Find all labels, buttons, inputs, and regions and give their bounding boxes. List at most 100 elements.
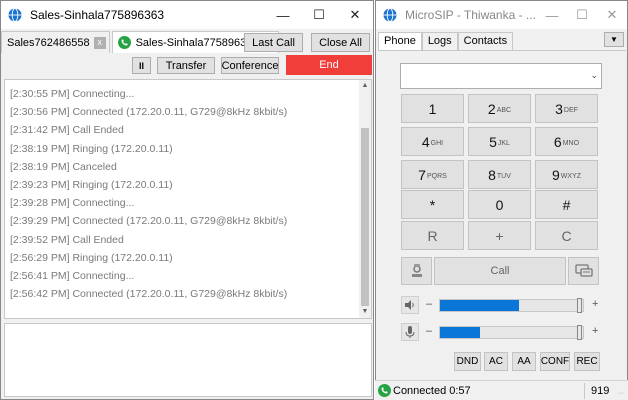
scroll-down-icon[interactable]: ▼: [359, 306, 371, 318]
key-8[interactable]: 8 TUV: [468, 160, 531, 189]
mic-volume-plus: +: [592, 325, 599, 337]
green-phone-icon: [378, 384, 391, 397]
app-globe-icon: [8, 8, 22, 22]
key-digit: #: [562, 196, 571, 213]
key-letters: ABC: [496, 106, 512, 114]
key-digit: R: [427, 227, 438, 244]
key-digit: +: [495, 227, 504, 244]
key-digit: 6: [553, 133, 562, 150]
end-call-button[interactable]: End: [286, 55, 372, 75]
key-hash[interactable]: #: [535, 190, 598, 219]
message-icon: [574, 264, 593, 277]
key-5[interactable]: 5 JKL: [468, 127, 531, 156]
log-line: [2:30:55 PM] Connecting...: [10, 88, 135, 100]
log-line: [2:39:28 PM] Connecting...: [10, 197, 135, 210]
mic-volume-minus: –: [426, 325, 433, 337]
call-window: Sales-Sinhala775896363 — ☐ ✕ Sales762486…: [0, 0, 374, 400]
log-scrollbar[interactable]: ▲ ▼: [359, 80, 371, 318]
call-log[interactable]: [2:30:55 PM] Connecting... [2:30:56 PM] C…: [4, 79, 372, 319]
resize-grip-icon[interactable]: ⋯: [618, 390, 626, 398]
close-all-button[interactable]: Close All: [311, 33, 370, 52]
mic-volume-slider[interactable]: [439, 325, 584, 340]
key-digit: *: [429, 196, 436, 213]
log-line: [2:39:29 PM] Connected (172.20.0.11, G72…: [10, 215, 288, 228]
maximize-button[interactable]: ☐: [301, 1, 337, 29]
dnd-button[interactable]: DND: [454, 352, 481, 371]
menu-dropdown-button[interactable]: ▼: [604, 32, 624, 47]
key-7[interactable]: 7 PQRS: [401, 160, 464, 189]
key-letters: GHI: [430, 139, 444, 147]
scroll-thumb[interactable]: [361, 128, 369, 306]
conference-toggle-button[interactable]: CONF: [540, 352, 570, 371]
key-1[interactable]: 1: [401, 94, 464, 123]
key-star[interactable]: *: [401, 190, 464, 219]
key-digit: 1: [428, 100, 437, 117]
conference-button[interactable]: Conference: [221, 57, 279, 74]
key-digit: 9: [551, 166, 560, 183]
key-c[interactable]: C: [535, 221, 598, 250]
key-r[interactable]: R: [401, 221, 464, 250]
log-line: [2:38:19 PM] Canceled: [10, 160, 117, 173]
extension-number: 919: [591, 385, 610, 397]
key-4[interactable]: 4 GHI: [401, 127, 464, 156]
key-letters: WXYZ: [560, 172, 582, 180]
log-line: [2:56:42 PM] Connected (172.20.0.11, G72…: [10, 288, 288, 301]
close-button[interactable]: ✕: [597, 1, 627, 29]
key-3[interactable]: 3 DEF: [535, 94, 598, 123]
log-line: [2:39:52 PM] Call Ended: [10, 233, 124, 246]
app-globe-icon: [383, 8, 397, 22]
key-letters: TUV: [496, 172, 511, 180]
key-digit: 3: [555, 100, 563, 117]
transfer-button[interactable]: Transfer: [157, 57, 215, 74]
message-button[interactable]: [568, 257, 599, 285]
call-window-titlebar: Sales-Sinhala775896363 — ☐ ✕: [1, 1, 373, 29]
log-line: [2:39:23 PM] Ringing (172.20.0.11): [10, 178, 173, 191]
key-letters: DEF: [563, 106, 578, 114]
speaker-volume-plus: +: [592, 298, 599, 310]
last-call-button[interactable]: Last Call: [244, 33, 303, 52]
window-title: MicroSIP - Thiwanka - ...: [405, 8, 536, 22]
scroll-up-icon[interactable]: ▲: [359, 80, 371, 92]
microphone-icon[interactable]: [401, 323, 419, 341]
voicemail-button[interactable]: [401, 257, 432, 285]
call-tabs: Sales762486558 x Sales-Sinhala775896363 …: [1, 31, 281, 53]
speaker-volume-thumb[interactable]: [577, 298, 582, 313]
tab-close-icon[interactable]: x: [93, 36, 106, 49]
chevron-down-icon[interactable]: ⌄: [590, 70, 598, 81]
key-plus[interactable]: +: [468, 221, 531, 250]
auto-answer-button[interactable]: AA: [512, 352, 536, 371]
call-button[interactable]: Call: [434, 257, 566, 285]
tab-logs[interactable]: Logs: [421, 32, 458, 50]
log-line: [2:31:42 PM] Call Ended: [10, 124, 124, 137]
connection-status: Connected 0:57: [393, 385, 471, 397]
hold-button[interactable]: II: [132, 57, 151, 74]
maximize-button[interactable]: ☐: [567, 1, 597, 29]
speaker-volume-minus: –: [426, 298, 433, 310]
key-9[interactable]: 9 WXYZ: [535, 160, 598, 189]
key-2[interactable]: 2 ABC: [468, 94, 531, 123]
call-log-lines: [2:30:55 PM] Connecting... [2:30:56 PM] C…: [10, 85, 357, 303]
window-title: Sales-Sinhala775896363: [30, 8, 165, 22]
log-line: [2:30:56 PM] Connected (172.20.0.11, G72…: [10, 106, 288, 119]
status-divider: [584, 383, 585, 399]
tab-sales762486558[interactable]: Sales762486558 x: [1, 31, 110, 53]
mic-volume-thumb[interactable]: [577, 325, 582, 340]
minimize-button[interactable]: —: [265, 1, 301, 29]
dial-number-combobox[interactable]: ⌄: [400, 63, 602, 89]
green-phone-icon: [117, 36, 131, 49]
speaker-volume-fill: [440, 300, 519, 311]
message-input[interactable]: [4, 323, 372, 397]
tab-label: Sales-Sinhala775896363: [135, 36, 259, 49]
key-6[interactable]: 6 MNO: [535, 127, 598, 156]
close-button[interactable]: ✕: [337, 1, 373, 29]
auto-conference-button[interactable]: AC: [484, 352, 508, 371]
key-0[interactable]: 0: [468, 190, 531, 219]
minimize-button[interactable]: —: [537, 1, 567, 29]
tab-phone[interactable]: Phone: [378, 32, 422, 50]
record-button[interactable]: REC: [574, 352, 600, 371]
speaker-volume-slider[interactable]: [439, 298, 584, 313]
tab-contacts[interactable]: Contacts: [457, 32, 514, 50]
log-line: [2:38:19 PM] Ringing (172.20.0.11): [10, 142, 173, 155]
speaker-icon[interactable]: [401, 296, 419, 314]
log-line: [2:56:29 PM] Ringing (172.20.0.11): [10, 251, 173, 264]
